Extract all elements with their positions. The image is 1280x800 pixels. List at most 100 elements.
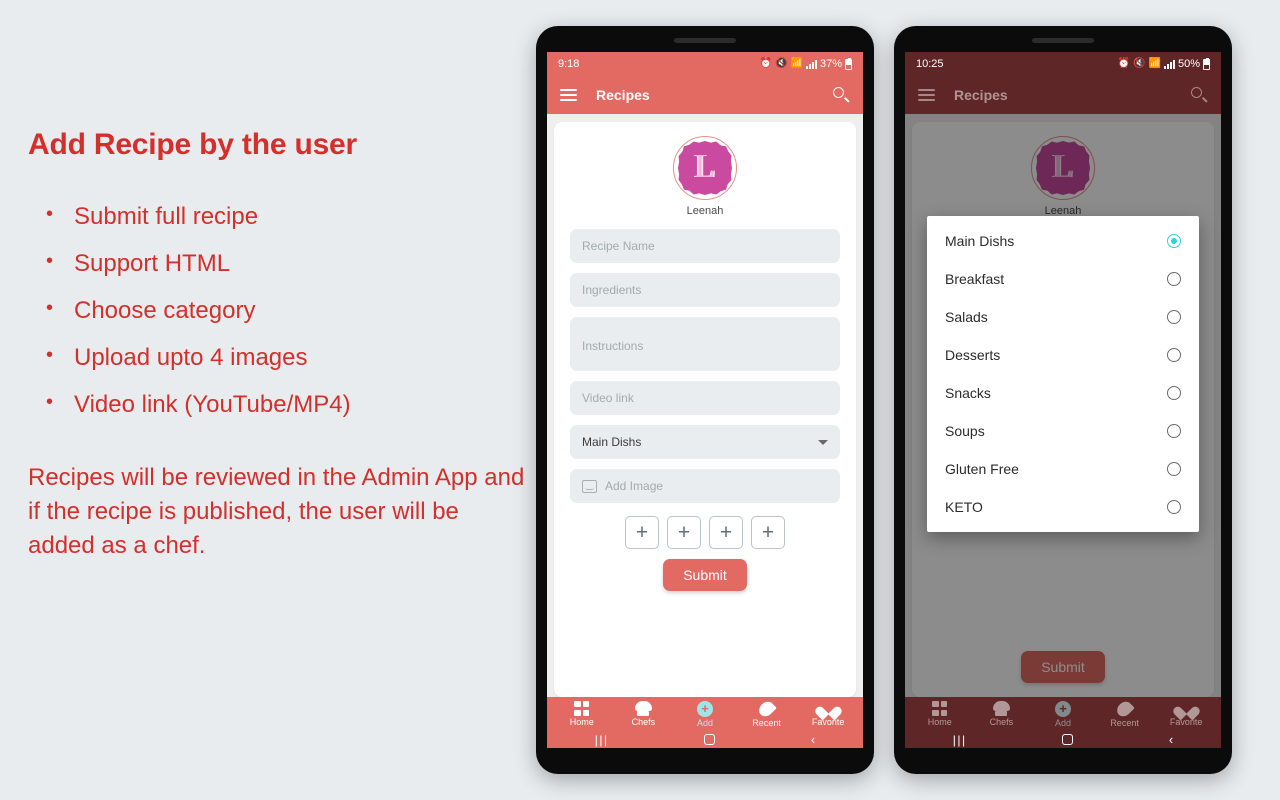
battery-percent: 37% — [819, 57, 842, 70]
image-slot-4[interactable]: + — [751, 516, 785, 549]
ingredients-input[interactable]: Ingredients — [570, 273, 840, 307]
category-option-desserts[interactable]: Desserts — [927, 336, 1199, 374]
bullet-icon: • — [46, 343, 54, 366]
chef-hat-icon — [992, 701, 1010, 716]
nav-label-chefs: Chefs — [989, 717, 1014, 727]
avatar[interactable]: L — [673, 136, 737, 200]
category-option-keto[interactable]: KETO — [927, 488, 1199, 526]
hamburger-menu-icon[interactable] — [918, 89, 935, 101]
radio-icon-selected[interactable] — [1167, 234, 1181, 248]
alarm-icon: ⏰ — [759, 58, 773, 69]
recipe-name-input[interactable]: Recipe Name — [570, 229, 840, 263]
slide-copy: Add Recipe by the user • Submit full rec… — [28, 128, 528, 563]
page-title: Add Recipe by the user — [28, 128, 358, 161]
image-slot-row: + + + + — [625, 516, 785, 549]
wifi-icon: 📶 — [1148, 58, 1161, 69]
video-link-input[interactable]: Video link — [570, 381, 840, 415]
list-item-label: Choose category — [74, 296, 256, 324]
nav-label-chefs: Chefs — [631, 717, 656, 727]
home-square-icon[interactable] — [1062, 734, 1074, 745]
bottom-navigation: Home Chefs + Add Recent Favorite — [905, 697, 1221, 731]
back-icon[interactable]: ‹ — [1169, 732, 1173, 747]
home-square-icon[interactable] — [704, 734, 716, 745]
phone-screen-right: 10:25 ⏰ 🔇 📶 50% Recipes L Leenah Submit … — [905, 52, 1221, 748]
signal-icon — [1163, 59, 1175, 69]
category-option-label: KETO — [945, 499, 983, 515]
list-item: • Choose category — [46, 296, 528, 324]
radio-icon[interactable] — [1167, 424, 1181, 438]
search-icon[interactable] — [1190, 86, 1208, 104]
category-option-label: Desserts — [945, 347, 1001, 363]
nav-item-home[interactable]: Home — [912, 701, 968, 727]
submit-button[interactable]: Submit — [663, 559, 747, 591]
grid-icon — [574, 701, 590, 716]
radio-icon[interactable] — [1167, 272, 1181, 286]
app-bar: Recipes — [547, 76, 863, 114]
nav-item-add[interactable]: + Add — [1035, 700, 1091, 728]
category-option-snacks[interactable]: Snacks — [927, 374, 1199, 412]
hamburger-menu-icon[interactable] — [560, 89, 577, 101]
radio-icon[interactable] — [1167, 310, 1181, 324]
instructions-input[interactable]: Instructions — [570, 317, 840, 371]
avatar-badge: L — [678, 141, 732, 195]
heart-icon — [820, 701, 837, 716]
app-bar: Recipes — [905, 76, 1221, 114]
recents-icon[interactable]: ||| — [953, 733, 967, 747]
category-option-soups[interactable]: Soups — [927, 412, 1199, 450]
heart-icon — [1178, 701, 1195, 716]
nav-item-add[interactable]: + Add — [677, 700, 733, 728]
battery-icon — [845, 57, 852, 70]
nav-item-favorite[interactable]: Favorite — [800, 701, 856, 727]
feature-bullet-list: • Submit full recipe • Support HTML • Ch… — [46, 202, 528, 417]
category-option-label: Snacks — [945, 385, 991, 401]
recents-icon[interactable]: ||| — [595, 733, 609, 747]
add-image-field[interactable]: Add Image — [570, 469, 840, 503]
nav-item-recent[interactable]: Recent — [1097, 698, 1153, 728]
phone-mockup-right: 10:25 ⏰ 🔇 📶 50% Recipes L Leenah Submit … — [894, 26, 1232, 774]
battery-percent: 50% — [1177, 57, 1200, 70]
image-icon — [582, 479, 597, 493]
flame-icon — [1114, 698, 1135, 719]
image-slot-2[interactable]: + — [667, 516, 701, 549]
app-bar-title: Recipes — [596, 87, 650, 103]
slide-paragraph: Recipes will be reviewed in the Admin Ap… — [28, 463, 525, 559]
category-picker-dialog: Main Dishs Breakfast Salads Desserts Sna… — [927, 216, 1199, 532]
category-option-label: Breakfast — [945, 271, 1005, 287]
nav-item-home[interactable]: Home — [554, 701, 610, 727]
nav-label-recent: Recent — [752, 717, 781, 728]
bullet-icon: • — [46, 249, 54, 272]
nav-label-favorite: Favorite — [1169, 717, 1203, 727]
radio-icon[interactable] — [1167, 348, 1181, 362]
category-option-salads[interactable]: Salads — [927, 298, 1199, 336]
mute-icon: 🔇 — [1133, 58, 1146, 69]
signal-icon — [805, 59, 817, 69]
slide-canvas: Add Recipe by the user • Submit full rec… — [0, 0, 1280, 800]
image-slot-1[interactable]: + — [625, 516, 659, 549]
nav-item-favorite[interactable]: Favorite — [1158, 701, 1214, 727]
nav-label-add: Add — [1054, 717, 1071, 728]
back-icon[interactable]: ‹ — [811, 732, 815, 747]
image-slot-3[interactable]: + — [709, 516, 743, 549]
list-item-label: Submit full recipe — [74, 202, 259, 230]
screen-content: L Leenah Recipe Name Ingredients Instruc… — [547, 114, 863, 697]
category-option-breakfast[interactable]: Breakfast — [927, 260, 1199, 298]
search-icon[interactable] — [832, 86, 850, 104]
list-item: • Submit full recipe — [46, 202, 528, 230]
phone-screen-left: 9:18 ⏰ 🔇 📶 37% Recipes L Leenah Recipe N… — [547, 52, 863, 748]
radio-icon[interactable] — [1167, 500, 1181, 514]
nav-item-recent[interactable]: Recent — [739, 698, 795, 728]
radio-icon[interactable] — [1167, 386, 1181, 400]
list-item-label: Support HTML — [74, 249, 231, 277]
bottom-navigation: Home Chefs + Add Recent Favorite — [547, 697, 863, 731]
category-option-gluten-free[interactable]: Gluten Free — [927, 450, 1199, 488]
category-option-main-dishs[interactable]: Main Dishs — [927, 222, 1199, 260]
category-option-label: Soups — [945, 423, 985, 439]
category-select[interactable]: Main Dishs — [570, 425, 840, 459]
nav-label-home: Home — [569, 717, 594, 727]
app-bar-title: Recipes — [954, 87, 1008, 103]
nav-item-chefs[interactable]: Chefs — [973, 701, 1029, 727]
radio-icon[interactable] — [1167, 462, 1181, 476]
status-time: 9:18 — [558, 58, 580, 70]
nav-item-chefs[interactable]: Chefs — [615, 701, 671, 727]
chevron-down-icon — [818, 439, 828, 445]
